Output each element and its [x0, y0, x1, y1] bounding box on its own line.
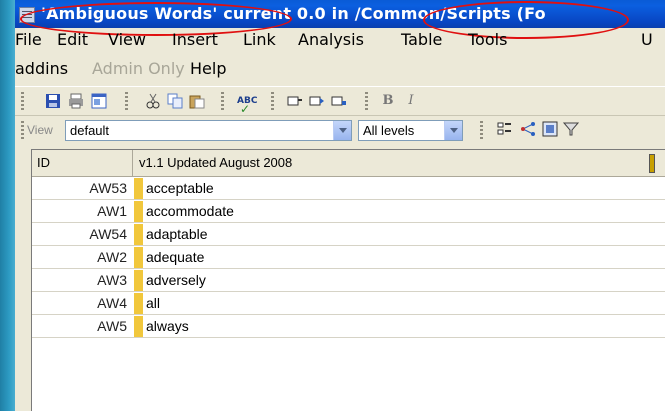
row-marker: [134, 270, 143, 291]
toolbar-grip[interactable]: [21, 121, 24, 139]
column-resize-handle-icon[interactable]: [649, 154, 655, 173]
toolbar-grip[interactable]: [21, 92, 24, 110]
toolbar-grip: [365, 92, 368, 110]
row-id: AW4: [97, 295, 127, 311]
paste-icon[interactable]: [189, 93, 205, 109]
outline-icon[interactable]: [497, 121, 513, 137]
row-marker: [134, 293, 143, 314]
grid-header: ID v1.1 Updated August 2008: [32, 150, 665, 177]
row-marker: [134, 178, 143, 199]
menu-link[interactable]: Link: [243, 30, 276, 49]
row-word[interactable]: adequate: [146, 249, 204, 265]
insert-below-icon[interactable]: [331, 93, 347, 109]
bold-icon[interactable]: B: [380, 93, 396, 109]
menu-insert[interactable]: Insert: [172, 30, 218, 49]
row-word[interactable]: always: [146, 318, 189, 334]
save-icon[interactable]: [45, 93, 61, 109]
row-marker: [134, 247, 143, 268]
filter-icon[interactable]: [562, 121, 580, 137]
row-id: AW2: [97, 249, 127, 265]
menu-tools[interactable]: Tools: [468, 30, 507, 49]
toolbar-grip: [271, 92, 274, 110]
spellcheck-icon[interactable]: ABC ✓: [237, 93, 257, 116]
row-marker: [134, 224, 143, 245]
cut-icon[interactable]: [145, 93, 161, 109]
row-marker: [134, 201, 143, 222]
grid-view-icon[interactable]: [542, 121, 558, 137]
menu-u[interactable]: U: [641, 30, 653, 49]
view-select[interactable]: default: [65, 120, 352, 141]
insert-after-icon[interactable]: [309, 93, 325, 109]
column-header-id[interactable]: ID: [37, 155, 50, 170]
view-label: View: [27, 123, 53, 137]
row-word[interactable]: acceptable: [146, 180, 214, 196]
row-word[interactable]: all: [146, 295, 160, 311]
data-grid: ID v1.1 Updated August 2008 AW53 accepta…: [31, 149, 665, 411]
row-id: AW54: [89, 226, 127, 242]
column-divider[interactable]: [132, 150, 133, 176]
view-select-value: default: [70, 123, 110, 138]
table-row[interactable]: AW4 all: [32, 292, 665, 315]
menu-view[interactable]: View: [108, 30, 146, 49]
menu-help[interactable]: Help: [190, 59, 226, 78]
menu-edit[interactable]: Edit: [57, 30, 88, 49]
menu-admin-only: Admin Only: [92, 59, 185, 78]
row-word[interactable]: adaptable: [146, 226, 208, 242]
menu-bar: File Edit View Insert Link Analysis Tabl…: [15, 28, 665, 84]
grid-rows: AW53 acceptable AW1 accommodate AW54 ada…: [32, 177, 665, 338]
standard-toolbar: ABC ✓ B I: [15, 86, 665, 116]
levels-select-value: All levels: [363, 123, 415, 138]
levels-select[interactable]: All levels: [358, 120, 463, 141]
row-word[interactable]: adversely: [146, 272, 206, 288]
row-marker: [134, 316, 143, 337]
properties-icon[interactable]: [91, 93, 107, 109]
table-row[interactable]: AW54 adaptable: [32, 223, 665, 246]
view-toolbar: View default All levels: [15, 116, 665, 144]
table-row[interactable]: AW1 accommodate: [32, 200, 665, 223]
print-icon[interactable]: [68, 93, 84, 109]
menu-file[interactable]: File: [15, 30, 42, 49]
chevron-down-icon[interactable]: [333, 121, 351, 140]
row-id: AW5: [97, 318, 127, 334]
copy-icon[interactable]: [167, 93, 183, 109]
row-id: AW3: [97, 272, 127, 288]
row-word[interactable]: accommodate: [146, 203, 234, 219]
toolbar-grip: [480, 121, 483, 139]
table-row[interactable]: AW3 adversely: [32, 269, 665, 292]
column-header-title[interactable]: v1.1 Updated August 2008: [139, 155, 292, 170]
table-row[interactable]: AW5 always: [32, 315, 665, 338]
application-window: 'Ambiguous Words' current 0.0 in /Common…: [15, 0, 665, 411]
desktop-background: [0, 0, 15, 411]
insert-object-icon[interactable]: [287, 93, 303, 109]
toolbar-grip: [125, 92, 128, 110]
row-id: AW53: [89, 180, 127, 196]
menu-table[interactable]: Table: [401, 30, 442, 49]
italic-icon[interactable]: I: [403, 93, 419, 109]
table-row[interactable]: AW2 adequate: [32, 246, 665, 269]
row-id: AW1: [97, 203, 127, 219]
link-tree-icon[interactable]: [520, 121, 536, 137]
menu-analysis[interactable]: Analysis: [298, 30, 364, 49]
chevron-down-icon[interactable]: [444, 121, 462, 140]
menu-addins[interactable]: addins: [15, 59, 68, 78]
toolbar-grip: [221, 92, 224, 110]
table-row[interactable]: AW53 acceptable: [32, 177, 665, 200]
